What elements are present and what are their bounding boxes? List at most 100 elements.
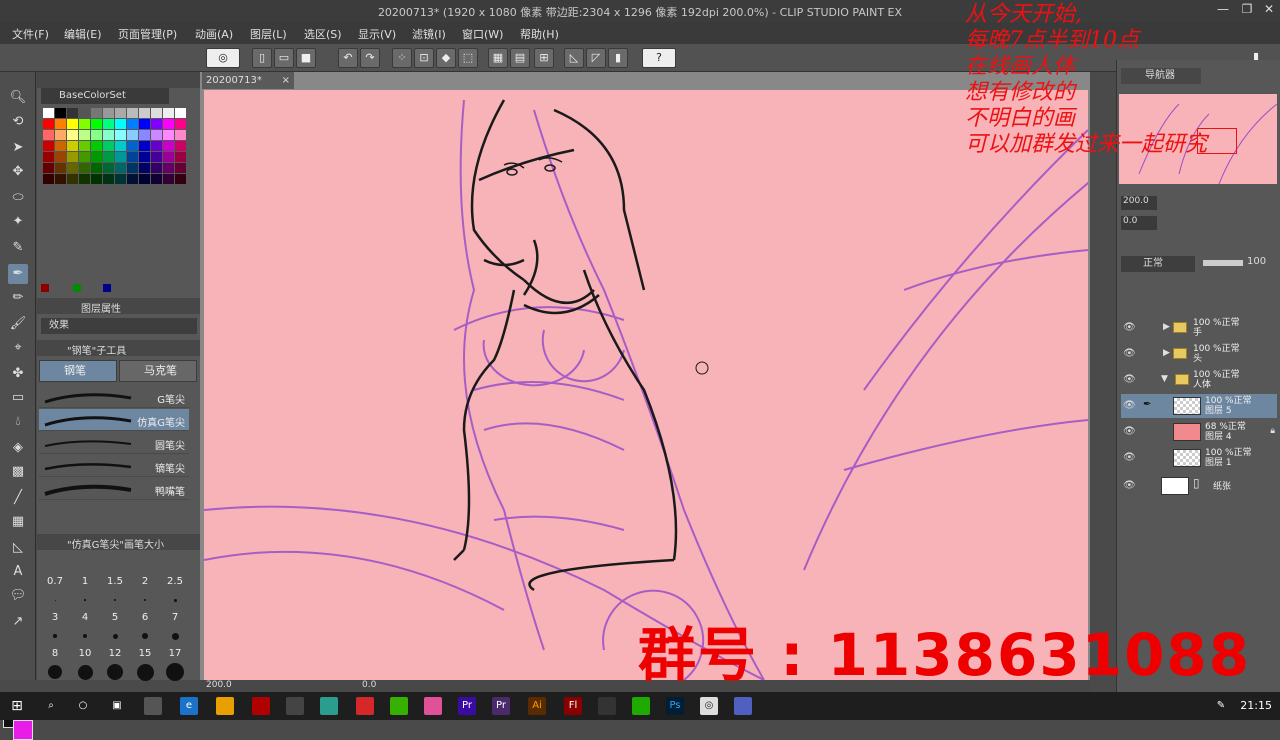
- app-icon[interactable]: [598, 697, 616, 715]
- brush-size-label[interactable]: 12: [103, 648, 127, 659]
- menu-view[interactable]: 显示(V): [358, 26, 396, 42]
- app-icon[interactable]: [632, 697, 650, 715]
- drawing-canvas[interactable]: [204, 90, 1088, 680]
- color-swatch[interactable]: [67, 152, 78, 162]
- brush-item-selected[interactable]: 仿真G笔尖: [39, 409, 189, 431]
- color-swatch[interactable]: [55, 119, 66, 129]
- menu-window[interactable]: 窗口(W): [462, 26, 503, 42]
- layer-row[interactable]: 👁︎ ▶ 100 %正常手: [1121, 316, 1277, 340]
- visibility-eye-icon[interactable]: 👁︎: [1123, 480, 1136, 491]
- color-swatch[interactable]: [67, 119, 78, 129]
- custom-swatch-red[interactable]: [41, 284, 49, 292]
- color-swatch[interactable]: [175, 141, 186, 151]
- redo-icon[interactable]: ↷: [360, 48, 380, 68]
- color-swatch[interactable]: [43, 163, 54, 173]
- edge-icon[interactable]: e: [180, 697, 198, 715]
- color-swatch[interactable]: [43, 174, 54, 184]
- color-swatch[interactable]: [79, 119, 90, 129]
- color-swatch[interactable]: [79, 108, 90, 118]
- explorer-icon[interactable]: [216, 697, 234, 715]
- color-swatch[interactable]: [115, 119, 126, 129]
- color-swatch[interactable]: [67, 108, 78, 118]
- brush-size-dot[interactable]: [142, 633, 148, 639]
- color-swatch[interactable]: [79, 130, 90, 140]
- lock-icon[interactable]: 🔒︎: [1270, 426, 1275, 436]
- pen-tray-icon[interactable]: ✎: [1212, 697, 1230, 715]
- perspective-icon[interactable]: ▮: [608, 48, 628, 68]
- color-swatch[interactable]: [163, 152, 174, 162]
- color-swatch[interactable]: [139, 108, 150, 118]
- brush-size-dot[interactable]: [166, 663, 184, 681]
- menu-select[interactable]: 选区(S): [304, 26, 342, 42]
- rotate-tool-icon[interactable]: ⟲: [8, 112, 28, 132]
- color-swatch[interactable]: [43, 141, 54, 151]
- color-swatch[interactable]: [139, 141, 150, 151]
- brush-size-dot[interactable]: [136, 663, 154, 681]
- brush-size-dot[interactable]: [84, 599, 86, 601]
- color-swatch[interactable]: [127, 108, 138, 118]
- color-swatch[interactable]: [55, 108, 66, 118]
- visibility-eye-icon[interactable]: 👁︎: [1123, 322, 1136, 333]
- figure-tool-icon[interactable]: ╱: [8, 488, 28, 508]
- color-swatch[interactable]: [163, 141, 174, 151]
- layer-row[interactable]: 👁︎ 68 %正常 图层 4 🔒︎: [1121, 420, 1277, 444]
- color-swatch[interactable]: [127, 152, 138, 162]
- color-swatch[interactable]: [175, 130, 186, 140]
- brush-size-label[interactable]: 1: [73, 576, 97, 587]
- menu-edit[interactable]: 编辑(E): [64, 26, 102, 42]
- color-swatch[interactable]: [139, 163, 150, 173]
- collapse-arrow-icon[interactable]: ▼: [1161, 374, 1168, 384]
- color-swatch[interactable]: [115, 130, 126, 140]
- brush-item[interactable]: G笔尖: [39, 386, 189, 408]
- brush-tool-icon[interactable]: 🖌︎: [8, 314, 28, 334]
- selection-tool-icon[interactable]: ⬭: [8, 188, 28, 208]
- color-swatch[interactable]: [103, 130, 114, 140]
- color-swatch[interactable]: [163, 130, 174, 140]
- canvas-tab[interactable]: 20200713* ×: [202, 72, 294, 89]
- color-swatch[interactable]: [67, 163, 78, 173]
- balloon-tool-icon[interactable]: 💬︎: [8, 586, 28, 606]
- color-swatch[interactable]: [91, 152, 102, 162]
- clear-icon[interactable]: ⁘: [392, 48, 412, 68]
- brush-size-dot[interactable]: [143, 598, 147, 602]
- color-swatch[interactable]: [151, 119, 162, 129]
- navigator-zoom-value[interactable]: 200.0: [1121, 196, 1157, 210]
- brush-size-dot[interactable]: [77, 664, 93, 680]
- app-icon[interactable]: Pr: [458, 697, 476, 715]
- layer-row[interactable]: 👁︎ ▼ 100 %正常 人体: [1121, 368, 1277, 392]
- brush-size-label[interactable]: 15: [133, 648, 157, 659]
- select-all-icon[interactable]: ⬚: [458, 48, 478, 68]
- brush-size-dot[interactable]: [107, 664, 123, 680]
- brush-size-label[interactable]: 8: [43, 648, 67, 659]
- color-swatch[interactable]: [151, 152, 162, 162]
- background-color-swatch[interactable]: [13, 720, 33, 740]
- app-icon[interactable]: [390, 697, 408, 715]
- transform-icon[interactable]: ⊡: [414, 48, 434, 68]
- expand-arrow-icon[interactable]: ▶: [1163, 348, 1170, 358]
- color-swatch[interactable]: [163, 174, 174, 184]
- color-set-select[interactable]: BaseColorSet: [41, 88, 169, 104]
- app-icon[interactable]: [356, 697, 374, 715]
- frame-tool-icon[interactable]: ▦: [8, 512, 28, 532]
- color-swatch[interactable]: [91, 174, 102, 184]
- clock[interactable]: 21:15: [1240, 699, 1272, 712]
- illustrator-icon[interactable]: Ai: [528, 697, 546, 715]
- color-swatch[interactable]: [55, 163, 66, 173]
- color-swatch[interactable]: [139, 174, 150, 184]
- flash-icon[interactable]: Fl: [564, 697, 582, 715]
- color-swatch[interactable]: [91, 130, 102, 140]
- visibility-eye-icon[interactable]: 👁︎: [1123, 348, 1136, 359]
- color-swatch[interactable]: [151, 108, 162, 118]
- color-swatch[interactable]: [175, 174, 186, 184]
- layer-row-selected[interactable]: 👁︎ ✒ 100 %正常 图层 5: [1121, 394, 1277, 418]
- app-icon[interactable]: [286, 697, 304, 715]
- menu-page[interactable]: 页面管理(P): [118, 26, 177, 42]
- brush-size-dot[interactable]: [114, 599, 116, 601]
- crop-icon[interactable]: ⊞: [534, 48, 554, 68]
- ruler-tool-icon[interactable]: ◺: [8, 538, 28, 558]
- app-icon[interactable]: [424, 697, 442, 715]
- color-swatch[interactable]: [79, 152, 90, 162]
- layer-row[interactable]: 👁︎ ▶ 100 %正常头: [1121, 342, 1277, 366]
- brush-size-dot[interactable]: [173, 598, 177, 602]
- menu-help[interactable]: 帮助(H): [520, 26, 559, 42]
